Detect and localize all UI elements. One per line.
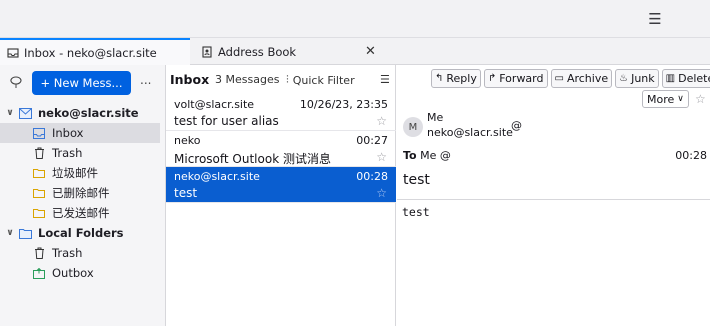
junk-icon: ♨ xyxy=(619,73,629,84)
app-menu-icon[interactable]: ☰ xyxy=(645,10,665,28)
list-options-icon[interactable]: ☰ xyxy=(380,73,390,86)
archive-icon: ▭ xyxy=(554,73,564,84)
forward-button[interactable]: ↱ Forward xyxy=(483,69,548,88)
message-body: test xyxy=(402,205,430,219)
reply-button[interactable]: ↰ Reply xyxy=(431,69,481,88)
folder-trash[interactable]: Trash xyxy=(0,143,166,163)
chevron-down-icon[interactable]: ∨ xyxy=(4,108,16,118)
to-label: To xyxy=(403,149,417,162)
filter-icon: ⫶ xyxy=(286,73,289,86)
message-row[interactable]: volt@slacr.site 10/26/23, 23:35 test for… xyxy=(166,95,396,131)
message-list-pane: Inbox 3 Messages ⫶ Quick Filter ☰ volt@s… xyxy=(166,65,396,326)
message-list-header: Inbox 3 Messages ⫶ Quick Filter ☰ xyxy=(166,65,396,95)
message-subject: test xyxy=(403,172,430,188)
outbox-icon xyxy=(32,266,46,280)
reply-icon: ↰ xyxy=(435,73,444,84)
quick-filter-button[interactable]: ⫶ Quick Filter xyxy=(286,73,355,87)
address-book-entry-icon[interactable]: @ xyxy=(440,149,451,162)
forward-icon: ↱ xyxy=(487,73,497,84)
address-book-icon xyxy=(201,45,213,58)
local-folder-icon xyxy=(18,226,32,240)
window-titlebar: ☰ xyxy=(0,0,710,38)
get-messages-icon[interactable] xyxy=(9,75,23,89)
message-header-toolbar: ↰Reply ↱Forward ▭Archive ♨Junk ▥Delete xyxy=(431,69,710,89)
folder-pane: + New Mess... ... ∨ neko@slacr.site Inbo… xyxy=(0,65,166,326)
folder-icon xyxy=(32,206,46,220)
close-tab-icon[interactable]: ✕ xyxy=(365,44,376,59)
message-row[interactable]: neko 00:27 Microsoft Outlook 测试消息 ☆ xyxy=(166,131,396,167)
trash-icon xyxy=(32,146,46,160)
tab-bar: Inbox - neko@slacr.site Address Book xyxy=(0,38,710,65)
folder-sent[interactable]: 已发送邮件 xyxy=(0,203,166,223)
account-local-folders[interactable]: ∨ Local Folders xyxy=(0,223,166,243)
folder-pane-more-button[interactable]: ... xyxy=(140,73,151,87)
message-row-selected[interactable]: neko@slacr.site 00:28 test ☆ xyxy=(166,167,396,203)
inbox-icon xyxy=(32,126,46,140)
folder-junk[interactable]: 垃圾邮件 xyxy=(0,163,166,183)
folder-icon xyxy=(32,166,46,180)
tab-address-book[interactable]: Address Book xyxy=(196,38,386,65)
delete-button[interactable]: ▥Delete xyxy=(661,69,710,88)
reading-pane: ↰Reply ↱Forward ▭Archive ♨Junk ▥Delete M… xyxy=(397,65,710,326)
message-time: 00:28 xyxy=(675,149,707,162)
divider xyxy=(397,199,710,200)
inbox-tab-icon xyxy=(7,47,19,59)
avatar: M xyxy=(403,117,423,137)
star-icon[interactable]: ☆ xyxy=(376,186,387,200)
trash-icon xyxy=(32,246,46,260)
folder-icon xyxy=(32,186,46,200)
tab-label: Inbox - neko@slacr.site xyxy=(24,45,157,60)
star-icon[interactable]: ☆ xyxy=(376,114,387,128)
archive-button[interactable]: ▭ Archive xyxy=(550,69,613,88)
chevron-down-icon: ∨ xyxy=(677,94,684,104)
more-button[interactable]: More ∨ xyxy=(642,90,689,108)
chevron-down-icon[interactable]: ∨ xyxy=(4,228,16,238)
star-icon[interactable]: ☆ xyxy=(695,92,706,106)
recipient-name[interactable]: Me xyxy=(420,149,436,162)
folder-outbox[interactable]: Outbox xyxy=(0,263,166,283)
star-icon[interactable]: ☆ xyxy=(376,150,387,164)
account-neko[interactable]: ∨ neko@slacr.site xyxy=(0,103,166,123)
folder-local-trash[interactable]: Trash xyxy=(0,243,166,263)
new-message-button[interactable]: + New Mess... xyxy=(32,71,131,95)
tab-label: Address Book xyxy=(218,44,297,59)
folder-toolbar: + New Mess... ... xyxy=(0,65,166,99)
mail-account-icon xyxy=(18,106,32,120)
folder-inbox[interactable]: Inbox xyxy=(0,123,160,143)
sender-name[interactable]: Me xyxy=(427,111,443,124)
recipient-row: To Me @ xyxy=(403,149,451,162)
message-count: 3 Messages xyxy=(215,73,280,86)
junk-button[interactable]: ♨ Junk xyxy=(615,69,659,88)
tab-inbox[interactable]: Inbox - neko@slacr.site xyxy=(0,38,190,65)
current-folder-name: Inbox xyxy=(170,72,210,87)
trash-icon: ▥ xyxy=(665,73,676,84)
folder-deleted[interactable]: 已删除邮件 xyxy=(0,183,166,203)
sender-address[interactable]: neko@slacr.site xyxy=(427,126,513,139)
address-book-entry-icon[interactable]: @ xyxy=(511,119,522,132)
